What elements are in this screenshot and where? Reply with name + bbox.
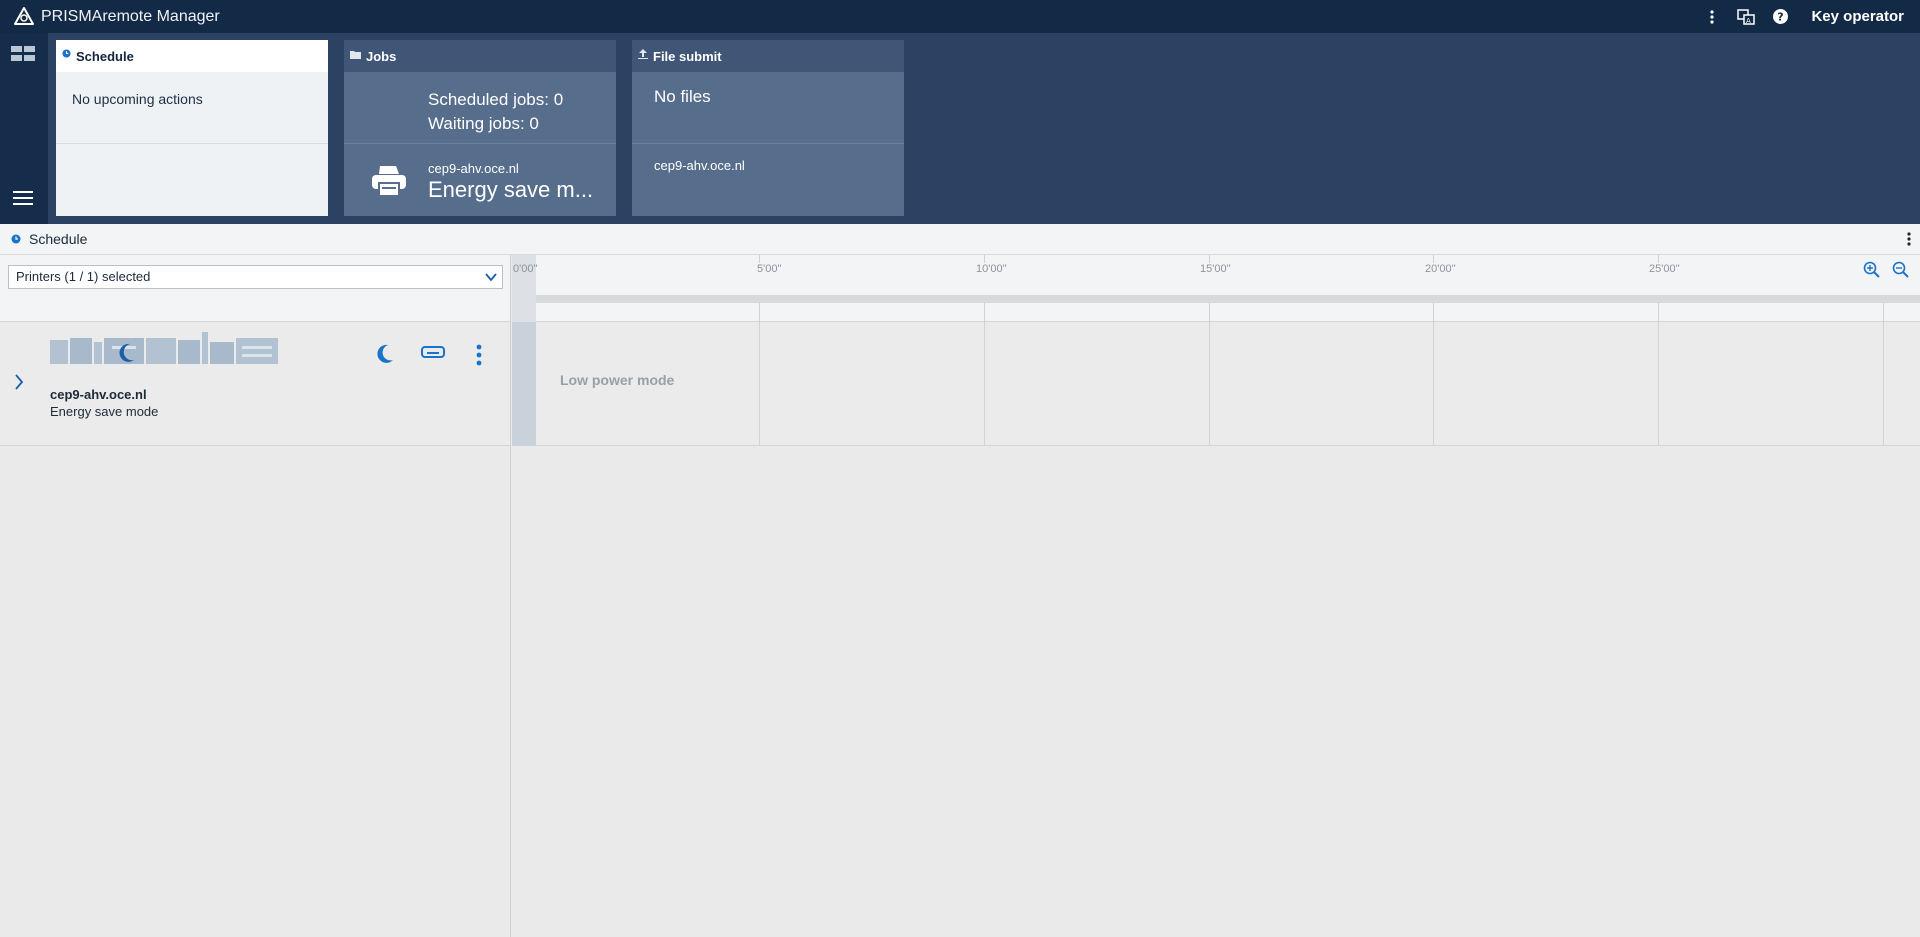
prisma-logo-icon — [14, 6, 34, 25]
chevron-down-icon — [485, 273, 497, 282]
schedule-title: Schedule — [29, 231, 88, 247]
grid-line — [1209, 322, 1210, 446]
display-icon[interactable] — [421, 346, 445, 360]
printer-state: Energy save mode — [50, 404, 159, 419]
printer-timeline-track[interactable]: Low power mode — [512, 322, 1920, 446]
printer-filter-dropdown[interactable]: Printers (1 / 1) selected — [8, 265, 503, 289]
zoom-out-icon[interactable] — [1892, 261, 1910, 279]
jobs-tile-header: Jobs — [344, 40, 616, 72]
grid-line — [759, 322, 760, 446]
printer-icon — [372, 166, 406, 196]
schedule-tile-title: Schedule — [76, 48, 134, 64]
clock-icon — [62, 48, 71, 58]
svg-text:A: A — [1746, 17, 1751, 25]
tick-mark — [1433, 255, 1434, 263]
more-vertical-icon[interactable] — [1907, 232, 1911, 246]
tick-mark — [759, 255, 760, 263]
time-ruler: 0'00'' 5'00'' 10'00'' 15'00'' 20'00'' 25… — [512, 255, 1920, 322]
scheduled-jobs-count: Scheduled jobs: 0 — [428, 90, 564, 109]
more-vertical-icon[interactable] — [1703, 8, 1721, 26]
top-bar: PRISMAremote Manager A ? Key operator — [0, 0, 1920, 33]
file-submit-tile-title: File submit — [653, 48, 722, 64]
printer-filter-value: Printers (1 / 1) selected — [16, 269, 151, 284]
folder-icon — [350, 50, 361, 59]
svg-text:?: ? — [1777, 11, 1783, 24]
tick-mark — [984, 255, 985, 263]
schedule-tile-header: Schedule — [56, 40, 328, 72]
user-menu[interactable]: Key operator — [1811, 8, 1904, 25]
tick-label: 5'00'' — [757, 263, 782, 275]
tick-mark — [1209, 255, 1210, 263]
timeline-scrollbar[interactable] — [536, 295, 1920, 303]
grid-line — [1433, 303, 1434, 322]
filter-row: Printers (1 / 1) selected — [0, 255, 510, 322]
left-nav — [0, 33, 48, 224]
file-submit-printer-host: cep9-ahv.oce.nl — [654, 158, 745, 173]
grid-line — [984, 303, 985, 322]
grid-line — [1658, 322, 1659, 446]
app-title: PRISMAremote Manager — [41, 7, 220, 25]
jobs-printer-state: Energy save m... — [428, 177, 594, 202]
jobs-printer-host: cep9-ahv.oce.nl — [428, 161, 519, 176]
grid-line — [1433, 322, 1434, 446]
grid-line — [1883, 322, 1884, 446]
timeline-mode-label: Low power mode — [560, 372, 675, 388]
printer-image — [50, 332, 278, 364]
printer-list-panel: Printers (1 / 1) selected cep9-ahv.oce.n… — [0, 255, 511, 937]
chevron-right-icon[interactable] — [13, 373, 25, 391]
schedule-tile-footer — [56, 144, 328, 216]
grid-line — [759, 303, 760, 322]
tick-label: 20'00'' — [1425, 263, 1456, 275]
tick-label: 25'00'' — [1649, 263, 1680, 275]
printer-name: cep9-ahv.oce.nl — [50, 387, 147, 402]
more-vertical-icon[interactable] — [476, 344, 482, 366]
schedule-header: Schedule — [0, 224, 1920, 255]
translate-icon[interactable]: A — [1737, 8, 1756, 26]
tick-mark — [1658, 255, 1659, 263]
file-submit-tile[interactable]: File submit No files cep9-ahv.oce.nl — [632, 40, 904, 216]
grid-line — [984, 322, 985, 446]
grid-icon[interactable] — [11, 46, 36, 62]
schedule-tile-message: No upcoming actions — [56, 72, 328, 144]
now-indicator — [512, 322, 536, 446]
grid-line — [1883, 303, 1884, 322]
schedule-timeline: 0'00'' 5'00'' 10'00'' 15'00'' 20'00'' 25… — [512, 255, 1920, 937]
moon-icon — [119, 343, 134, 362]
file-submit-message: No files — [632, 72, 904, 144]
dashboard-panel: Schedule No upcoming actions Jobs Schedu… — [0, 33, 1920, 224]
file-submit-tile-header: File submit — [632, 40, 904, 72]
zoom-in-icon[interactable] — [1863, 261, 1881, 279]
upload-icon — [638, 48, 648, 59]
schedule-tile[interactable]: Schedule No upcoming actions — [56, 40, 328, 216]
jobs-tile[interactable]: Jobs Scheduled jobs: 0 Waiting jobs: 0 c… — [344, 40, 616, 216]
hamburger-icon[interactable] — [13, 191, 33, 205]
grid-line — [1209, 303, 1210, 322]
moon-icon[interactable] — [376, 344, 394, 364]
waiting-jobs-count: Waiting jobs: 0 — [428, 114, 539, 133]
printer-row[interactable]: cep9-ahv.oce.nl Energy save mode — [0, 322, 510, 446]
jobs-tile-title: Jobs — [366, 48, 397, 64]
clock-icon — [11, 234, 21, 244]
jobs-printer-status: cep9-ahv.oce.nl Energy save m... — [344, 144, 616, 216]
jobs-summary: Scheduled jobs: 0 Waiting jobs: 0 — [344, 72, 616, 144]
help-icon[interactable]: ? — [1771, 8, 1789, 26]
tick-label: 0'00'' — [513, 263, 538, 275]
tick-label: 10'00'' — [976, 263, 1007, 275]
tick-label: 15'00'' — [1200, 263, 1231, 275]
grid-line — [1658, 303, 1659, 322]
